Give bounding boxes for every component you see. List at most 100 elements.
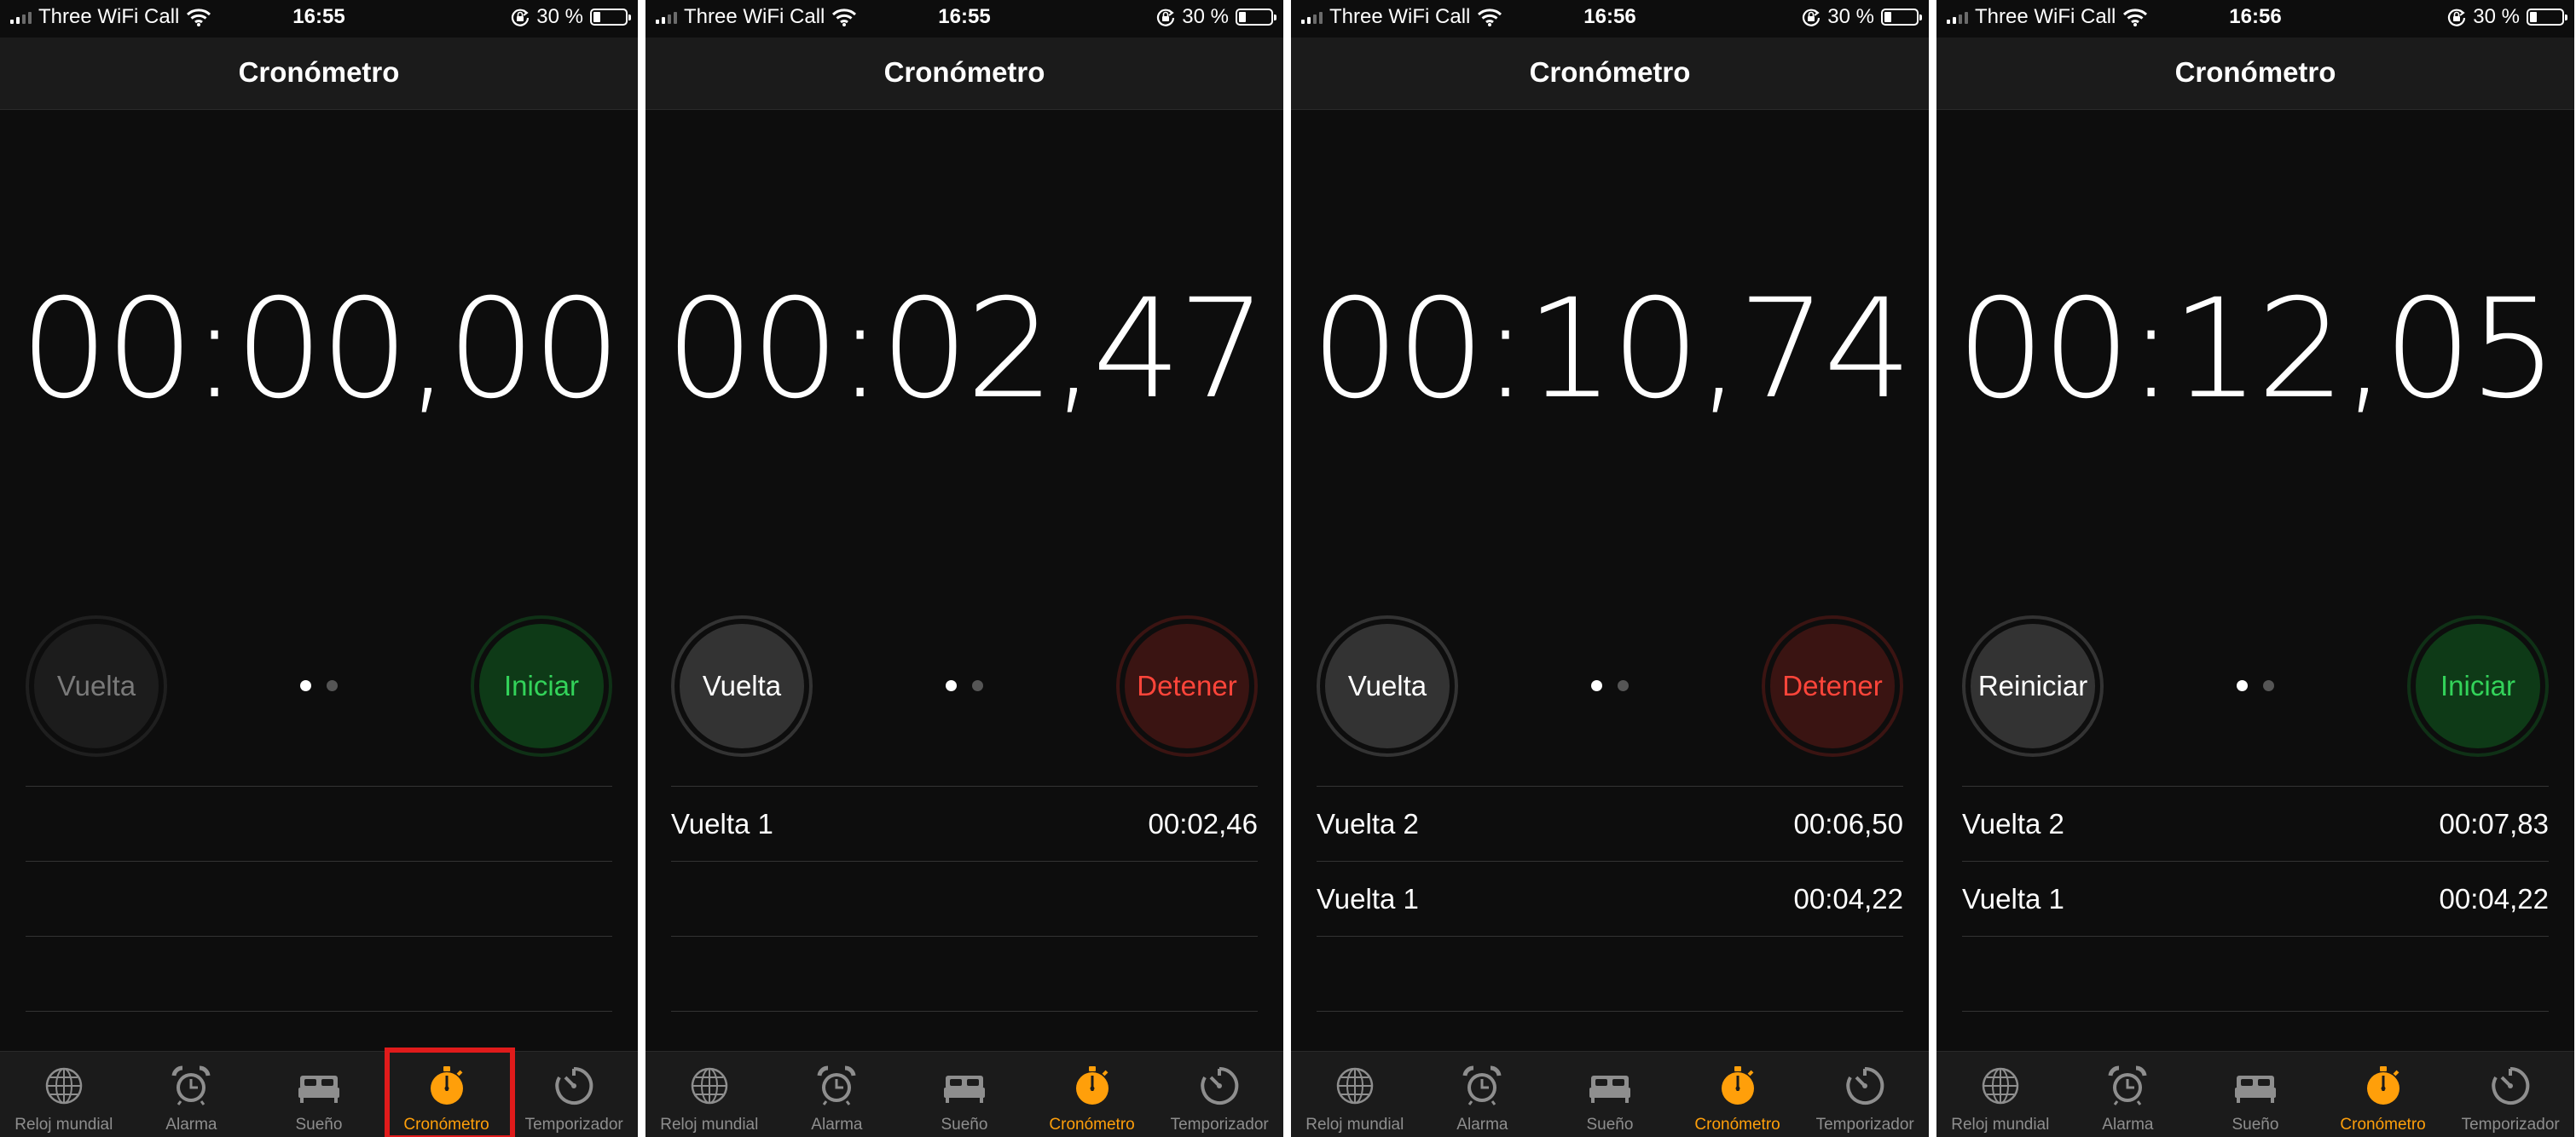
alarm-clock-icon bbox=[169, 1064, 213, 1112]
battery-icon bbox=[1881, 9, 1922, 26]
stopwatch-display: 00:02,47 bbox=[645, 268, 1283, 430]
stopwatch-icon bbox=[1716, 1064, 1760, 1112]
tab-bed[interactable]: Sueño bbox=[900, 1052, 1028, 1137]
tab-globe[interactable]: Reloj mundial bbox=[645, 1052, 773, 1137]
tab-timer[interactable]: Temporizador bbox=[510, 1052, 638, 1137]
tab-label: Sueño bbox=[295, 1116, 343, 1134]
tab-timer[interactable]: Temporizador bbox=[1155, 1052, 1283, 1137]
battery-icon bbox=[1236, 9, 1276, 26]
bed-icon bbox=[1588, 1064, 1632, 1112]
elapsed-time: 00:00,00 bbox=[20, 268, 621, 430]
tab-alarm-clock[interactable]: Alarma bbox=[1419, 1052, 1547, 1137]
lap-time: 00:04,22 bbox=[2439, 882, 2549, 915]
lap-time: 00:06,50 bbox=[1793, 807, 1903, 840]
stopwatch-icon bbox=[1070, 1064, 1114, 1112]
lap-row-empty bbox=[26, 861, 612, 936]
battery-percent: 30 % bbox=[1827, 5, 1874, 28]
battery-icon bbox=[590, 9, 631, 26]
tab-bed[interactable]: Sueño bbox=[255, 1052, 383, 1137]
lap-name: Vuelta 1 bbox=[1317, 882, 1419, 915]
tab-bar: Reloj mundial Alarma Sueño Cronómetro Te… bbox=[1936, 1051, 2574, 1137]
lap-row: Vuelta 1 00:02,46 bbox=[671, 786, 1258, 861]
lap-name: Vuelta 1 bbox=[671, 807, 773, 840]
tab-bed[interactable]: Sueño bbox=[2191, 1052, 2319, 1137]
globe-icon bbox=[1333, 1064, 1377, 1112]
tab-label: Reloj mundial bbox=[14, 1116, 113, 1134]
iniciar-button[interactable]: Iniciar bbox=[471, 615, 612, 757]
lap-row: Vuelta 1 00:04,22 bbox=[1962, 861, 2549, 936]
stopwatch-display: 00:10,74 bbox=[1291, 268, 1929, 430]
globe-icon bbox=[687, 1064, 732, 1112]
nav-bar: Cronómetro bbox=[1936, 38, 2574, 110]
tab-stopwatch[interactable]: Cronómetro bbox=[383, 1048, 516, 1137]
rotation-lock-icon bbox=[512, 9, 530, 26]
lap-row-empty bbox=[671, 861, 1258, 936]
tab-stopwatch[interactable]: Cronómetro bbox=[2319, 1052, 2447, 1137]
tab-label: Reloj mundial bbox=[1951, 1116, 2050, 1134]
tab-alarm-clock[interactable]: Alarma bbox=[128, 1052, 256, 1137]
tab-stopwatch[interactable]: Cronómetro bbox=[1028, 1052, 1156, 1137]
page-title: Cronómetro bbox=[883, 56, 1045, 88]
bed-icon bbox=[297, 1064, 341, 1112]
page-title: Cronómetro bbox=[238, 56, 400, 88]
tab-label: Cronómetro bbox=[2340, 1116, 2426, 1134]
rotation-lock-icon bbox=[2448, 9, 2466, 26]
bed-icon bbox=[2233, 1064, 2278, 1112]
nav-bar: Cronómetro bbox=[1291, 38, 1929, 110]
tab-alarm-clock[interactable]: Alarma bbox=[2064, 1052, 2192, 1137]
globe-icon bbox=[42, 1064, 86, 1112]
timer-icon bbox=[2488, 1064, 2533, 1112]
alarm-clock-icon bbox=[2105, 1064, 2150, 1112]
stopwatch-display: 00:00,00 bbox=[0, 268, 638, 430]
tab-label: Temporizador bbox=[524, 1116, 623, 1134]
lap-time: 00:04,22 bbox=[1793, 882, 1903, 915]
tab-label: Cronómetro bbox=[1049, 1116, 1135, 1134]
stopwatch-screen: Three WiFi Call 16:56 30 % Cronómetro 00… bbox=[1291, 0, 1929, 1137]
lap-list: Vuelta 2 00:07,83 Vuelta 1 00:04,22 bbox=[1962, 786, 2549, 1012]
stopwatch-screen: Three WiFi Call 16:55 30 % Cronómetro 00… bbox=[645, 0, 1283, 1137]
tab-label: Cronómetro bbox=[1694, 1116, 1780, 1134]
lap-row: Vuelta 1 00:04,22 bbox=[1317, 861, 1903, 936]
tab-bed[interactable]: Sueño bbox=[1546, 1052, 1674, 1137]
status-bar: Three WiFi Call 16:56 30 % bbox=[1936, 0, 2574, 38]
lap-name: Vuelta 1 bbox=[1962, 882, 2064, 915]
page-title: Cronómetro bbox=[1529, 56, 1691, 88]
lap-name: Vuelta 2 bbox=[1317, 807, 1419, 840]
tab-alarm-clock[interactable]: Alarma bbox=[773, 1052, 901, 1137]
tab-globe[interactable]: Reloj mundial bbox=[1291, 1052, 1419, 1137]
tab-label: Alarma bbox=[811, 1116, 863, 1134]
elapsed-time: 00:10,74 bbox=[1311, 268, 1912, 430]
tab-timer[interactable]: Temporizador bbox=[1801, 1052, 1929, 1137]
lap-list bbox=[26, 786, 612, 1012]
lap-row-empty bbox=[26, 936, 612, 1012]
tab-stopwatch[interactable]: Cronómetro bbox=[1674, 1052, 1802, 1137]
nav-bar: Cronómetro bbox=[0, 38, 638, 110]
lap-list: Vuelta 1 00:02,46 bbox=[671, 786, 1258, 1012]
status-bar: Three WiFi Call 16:55 30 % bbox=[645, 0, 1283, 38]
lap-row: Vuelta 2 00:06,50 bbox=[1317, 786, 1903, 861]
battery-icon bbox=[2527, 9, 2567, 26]
tab-label: Alarma bbox=[2102, 1116, 2154, 1134]
lap-time: 00:07,83 bbox=[2439, 807, 2549, 840]
iniciar-button[interactable]: Iniciar bbox=[2407, 615, 2549, 757]
tab-bar: Reloj mundial Alarma Sueño Cronómetro Te… bbox=[645, 1051, 1283, 1137]
tab-globe[interactable]: Reloj mundial bbox=[1936, 1052, 2064, 1137]
timer-icon bbox=[1843, 1064, 1887, 1112]
globe-icon bbox=[1978, 1064, 2023, 1112]
tab-globe[interactable]: Reloj mundial bbox=[0, 1052, 128, 1137]
status-bar: Three WiFi Call 16:56 30 % bbox=[1291, 0, 1929, 38]
tab-label: Alarma bbox=[165, 1116, 217, 1134]
detener-button[interactable]: Detener bbox=[1762, 615, 1903, 757]
rotation-lock-icon bbox=[1803, 9, 1821, 26]
tab-label: Sueño bbox=[2232, 1116, 2279, 1134]
alarm-clock-icon bbox=[814, 1064, 859, 1112]
tab-label: Alarma bbox=[1456, 1116, 1508, 1134]
lap-row-empty bbox=[1962, 936, 2549, 1012]
lap-row-empty bbox=[1317, 936, 1903, 1012]
detener-button[interactable]: Detener bbox=[1116, 615, 1258, 757]
screenshot-collage: Three WiFi Call 16:55 30 % Cronómetro 00… bbox=[0, 0, 2576, 1137]
tab-bar: Reloj mundial Alarma Sueño Cronómetro Te… bbox=[1291, 1051, 1929, 1137]
elapsed-time: 00:02,47 bbox=[665, 268, 1266, 430]
battery-percent: 30 % bbox=[1182, 5, 1229, 28]
tab-timer[interactable]: Temporizador bbox=[2446, 1052, 2574, 1137]
